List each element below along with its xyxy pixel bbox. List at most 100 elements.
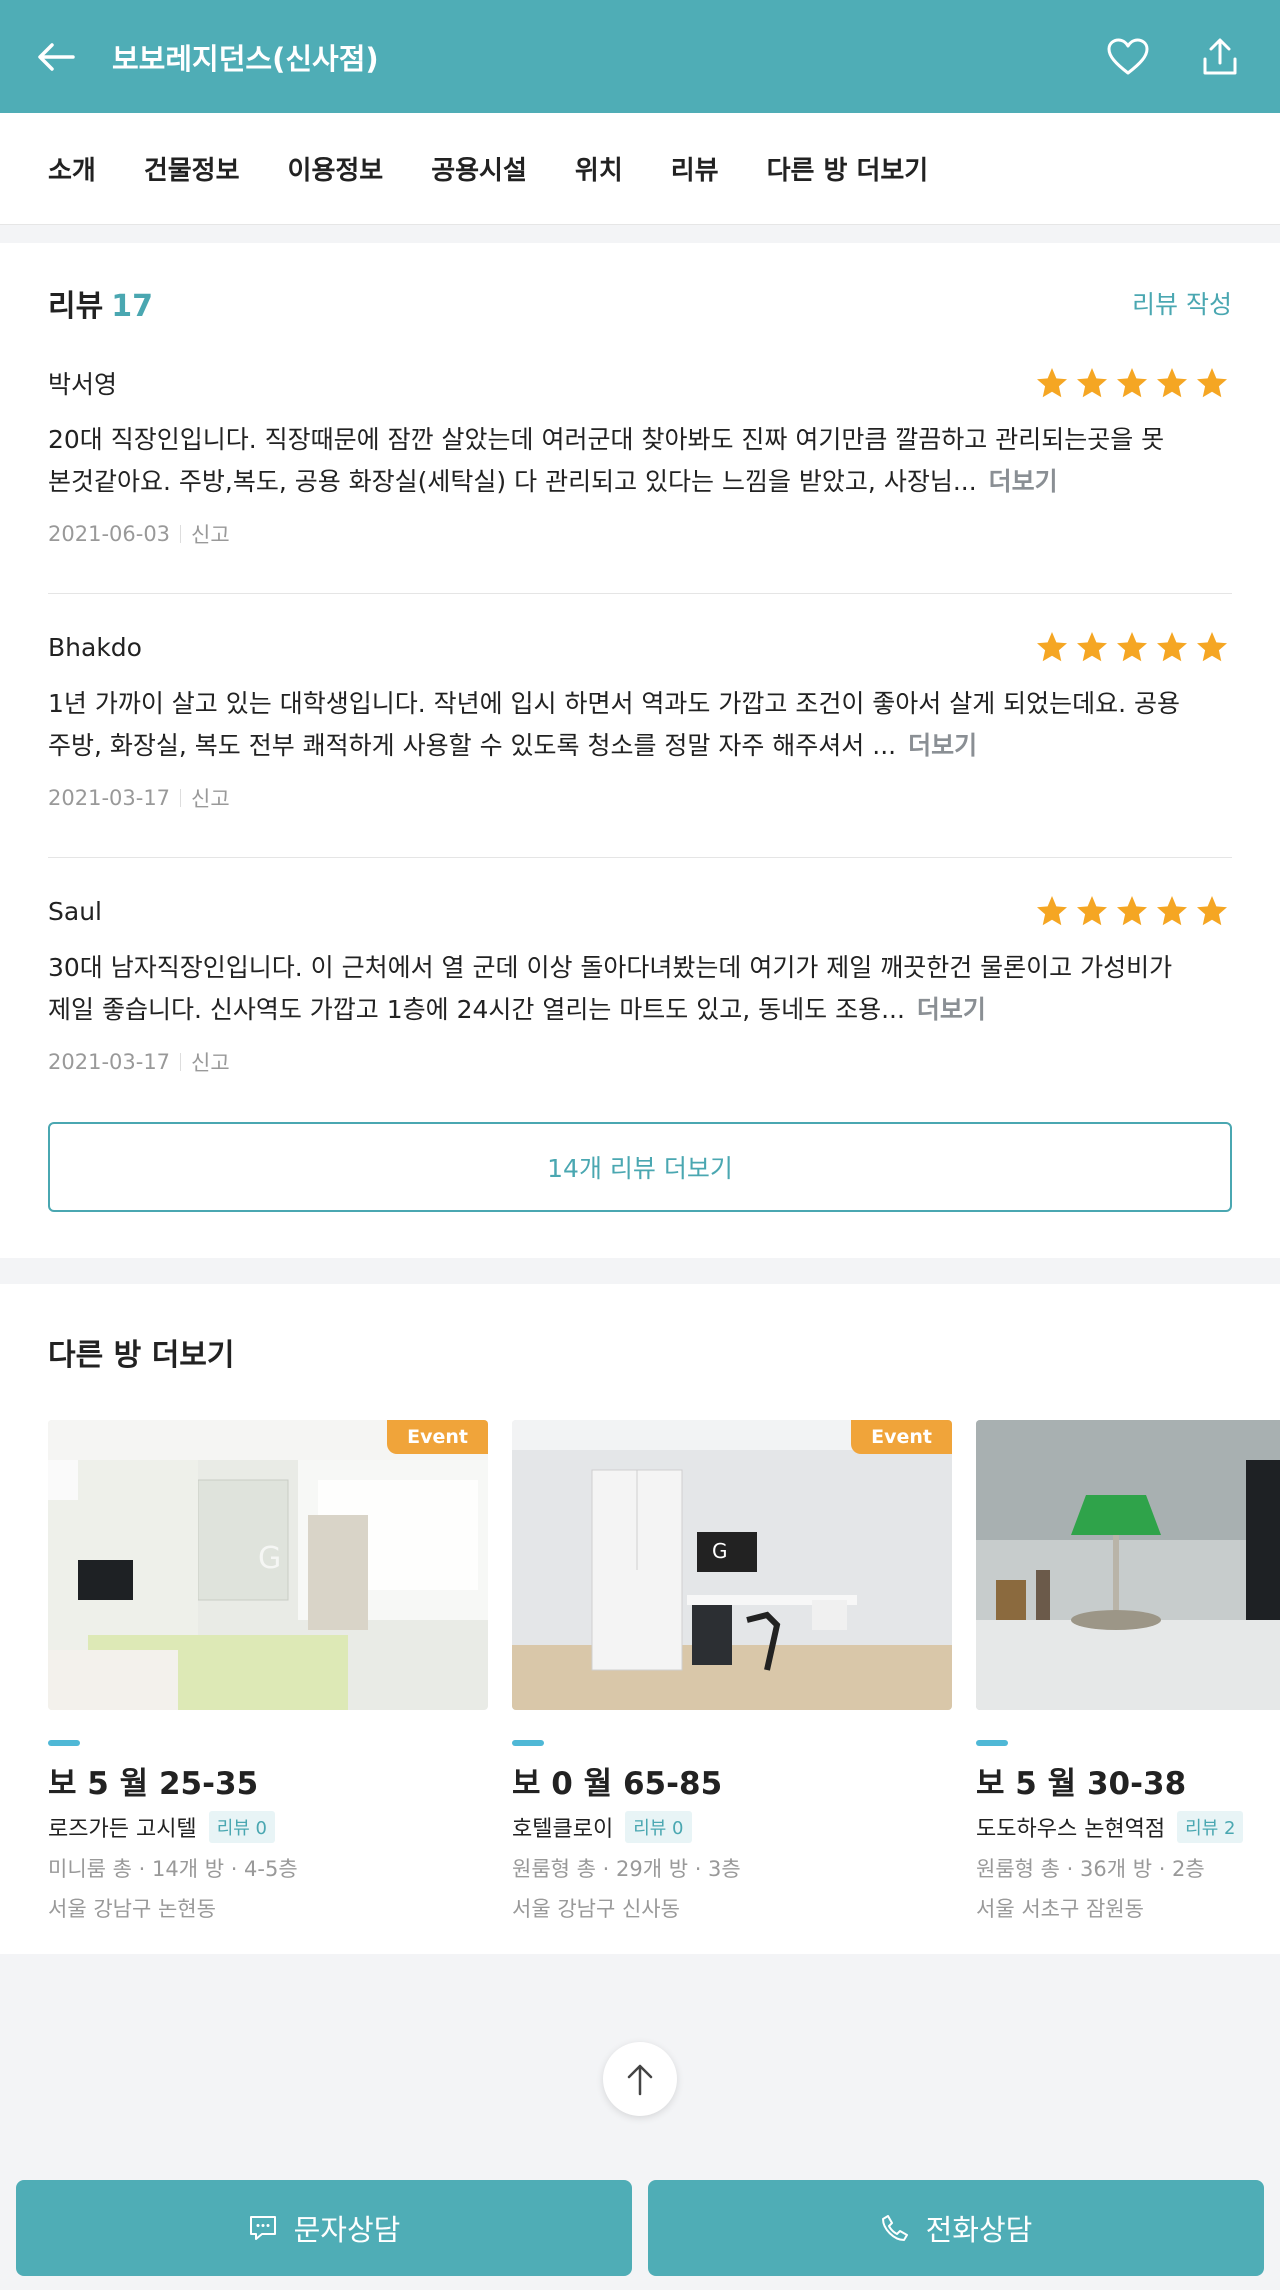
tab-reviews[interactable]: 리뷰 — [671, 150, 719, 187]
tab-usage-info[interactable]: 이용정보 — [288, 150, 384, 187]
star-icon — [1157, 632, 1187, 662]
room-card[interactable]: G Event 보 0 월 65-85 호텔클로이 리뷰 0 원룸형 총 · 2… — [512, 1420, 952, 1923]
back-button[interactable] — [36, 37, 76, 77]
star-icon — [1157, 896, 1187, 926]
room-indicator-bar — [48, 1740, 80, 1746]
room-info: 원룸형 총 · 36개 방 · 2층 — [976, 1857, 1205, 1881]
meta-separator — [180, 525, 182, 543]
reviews-section: 리뷰 17 리뷰 작성 박서영 20대 직장인입니다. 직장때문에 잠깐 살았는데… — [0, 243, 1280, 1258]
report-link[interactable]: 신고 — [191, 783, 230, 813]
review-date: 2021-06-03 — [48, 522, 171, 546]
meta-separator — [180, 789, 182, 807]
room-card[interactable]: 보 5 월 30-38 도도하우스 논현역점 리뷰 2 원룸형 총 · 36개 … — [976, 1420, 1280, 1923]
review-text-line: 제일 좋습니다. 신사역도 가깝고 1층에 24시간 열리는 마트도 있고, 동… — [48, 995, 905, 1024]
write-review-link[interactable]: 리뷰 작성 — [1132, 285, 1232, 321]
room-location: 서울 강남구 논현동 — [48, 1897, 216, 1921]
star-icon — [1197, 896, 1227, 926]
message-icon — [249, 2216, 276, 2240]
section-tabs: 소개 건물정보 이용정보 공용시설 위치 리뷰 다른 방 더보기 — [0, 113, 1280, 225]
tab-other-rooms[interactable]: 다른 방 더보기 — [767, 150, 929, 187]
star-icon — [1197, 368, 1227, 398]
review-divider — [48, 593, 1232, 594]
star-icon — [1157, 368, 1187, 398]
room-name: 도도하우스 논현역점 — [976, 1817, 1166, 1842]
star-icon — [1117, 896, 1147, 926]
svg-text:G: G — [712, 1539, 728, 1563]
star-icon — [1117, 632, 1147, 662]
tab-intro[interactable]: 소개 — [48, 150, 96, 187]
room-indicator-bar — [512, 1740, 544, 1746]
room-location: 서울 서초구 잠원동 — [976, 1897, 1144, 1921]
star-icon — [1037, 368, 1067, 398]
page-title: 보보레지던스(신사점) — [112, 41, 379, 76]
arrow-up-icon — [627, 2064, 653, 2096]
review-more-link[interactable]: 더보기 — [989, 467, 1058, 496]
star-icon — [1077, 896, 1107, 926]
section-divider — [0, 225, 1280, 243]
report-link[interactable]: 신고 — [191, 519, 230, 549]
room-name: 로즈가든 고시텔 — [48, 1817, 197, 1842]
phone-icon — [881, 2215, 908, 2241]
tab-facilities[interactable]: 공용시설 — [431, 150, 527, 187]
room-photo-image: G — [512, 1420, 952, 1710]
star-rating — [1032, 365, 1232, 401]
share-icon — [1203, 38, 1237, 74]
call-consult-button[interactable]: 전화상담 — [648, 2180, 1264, 2276]
app-header: 보보레지던스(신사점) — [0, 0, 1280, 113]
star-icon — [1197, 632, 1227, 662]
review-content: 30대 남자직장인입니다. 이 근처에서 열 군데 이상 돌아다녀봤는데 여기가… — [48, 947, 1232, 1031]
heart-icon — [1107, 38, 1149, 74]
review-divider — [48, 857, 1232, 858]
tab-building-info[interactable]: 건물정보 — [144, 150, 240, 187]
review-count-badge: 리뷰 2 — [1177, 1811, 1244, 1843]
room-price: 보 5 월 30-38 — [976, 1766, 1187, 1802]
share-button[interactable] — [1196, 33, 1244, 81]
reviews-heading: 리뷰 17 — [48, 281, 153, 325]
more-reviews-button[interactable]: 14개 리뷰 더보기 — [48, 1122, 1232, 1212]
review-text-line: 20대 직장인입니다. 직장때문에 잠깐 살았는데 여러군대 찾아봐도 진짜 여… — [48, 425, 1165, 454]
room-photo: G Event — [48, 1420, 488, 1710]
room-indicator-bar — [976, 1740, 1008, 1746]
room-photo — [976, 1420, 1280, 1710]
call-consult-label: 전화상담 — [925, 2213, 1033, 2247]
room-info: 원룸형 총 · 29개 방 · 3층 — [512, 1857, 741, 1881]
star-rating — [1032, 629, 1232, 665]
star-rating — [1032, 893, 1232, 929]
room-info: 미니룸 총 · 14개 방 · 4-5층 — [48, 1857, 298, 1881]
review-author: 박서영 — [48, 370, 118, 399]
tab-location[interactable]: 위치 — [575, 150, 623, 187]
star-icon — [1077, 632, 1107, 662]
other-rooms-section: 다른 방 더보기 G Event 보 5 월 25-35 로즈가든 고시텔 리뷰… — [0, 1284, 1280, 1954]
other-rooms-title: 다른 방 더보기 — [48, 1338, 235, 1373]
event-badge: Event — [387, 1420, 488, 1454]
back-arrow-icon — [38, 42, 75, 71]
report-link[interactable]: 신고 — [191, 1047, 230, 1077]
review-more-link[interactable]: 더보기 — [908, 731, 977, 760]
reviews-header: 리뷰 17 리뷰 작성 — [48, 281, 1232, 325]
star-icon — [1037, 896, 1067, 926]
scroll-to-top-button[interactable] — [603, 2042, 677, 2116]
event-badge: Event — [851, 1420, 952, 1454]
review-item: Saul 30대 남자직장인입니다. 이 근처에서 열 군데 이상 돌아다녀봤는… — [48, 891, 1232, 1077]
favorite-button[interactable] — [1104, 33, 1152, 81]
room-price: 보 5 월 25-35 — [48, 1766, 259, 1802]
review-item: 박서영 20대 직장인입니다. 직장때문에 잠깐 살았는데 여러군대 찾아봐도 … — [48, 363, 1232, 549]
reviews-title: 리뷰 — [48, 289, 104, 324]
room-photo-image: G — [48, 1420, 488, 1710]
star-icon — [1117, 368, 1147, 398]
room-card[interactable]: G Event 보 5 월 25-35 로즈가든 고시텔 리뷰 0 미니룸 총 … — [48, 1420, 488, 1923]
review-date: 2021-03-17 — [48, 1050, 171, 1074]
review-more-link[interactable]: 더보기 — [917, 995, 986, 1024]
sms-consult-button[interactable]: 문자상담 — [16, 2180, 632, 2276]
star-icon — [1077, 368, 1107, 398]
meta-separator — [180, 1053, 182, 1071]
review-author: Bhakdo — [48, 632, 142, 662]
review-count-badge: 리뷰 0 — [208, 1811, 275, 1843]
review-content: 20대 직장인입니다. 직장때문에 잠깐 살았는데 여러군대 찾아봐도 진짜 여… — [48, 419, 1232, 503]
review-text-line: 주방, 화장실, 복도 전부 쾌적하게 사용할 수 있도록 청소를 정말 자주 … — [48, 731, 897, 760]
review-text-line: 본것같아요. 주방,복도, 공용 화장실(세탁실) 다 관리되고 있다는 느낌을… — [48, 467, 977, 496]
star-icon — [1037, 632, 1067, 662]
review-content: 1년 가까이 살고 있는 대학생입니다. 작년에 입시 하면서 역과도 가깝고 … — [48, 683, 1232, 767]
review-date: 2021-03-17 — [48, 786, 171, 810]
review-item: Bhakdo 1년 가까이 살고 있는 대학생입니다. 작년에 입시 하면서 역… — [48, 627, 1232, 813]
